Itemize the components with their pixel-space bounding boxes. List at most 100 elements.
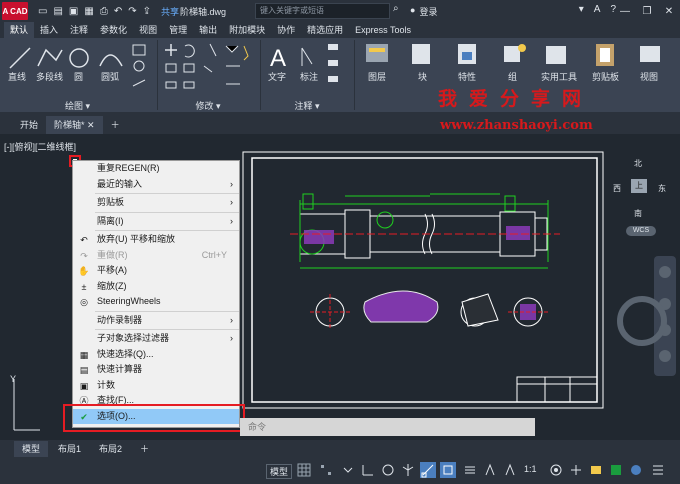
object-snap-tracking-icon[interactable] [420,462,436,478]
tab-addins[interactable]: 附加模块 [223,22,271,38]
open-icon[interactable]: ▤ [53,6,62,17]
ortho-icon[interactable] [360,462,376,478]
polyline-label: 多段线 [36,72,64,82]
panel-modify[interactable]: 修改 ▾ [158,99,258,112]
group-button[interactable]: 组 [508,70,517,83]
menu-steeringwheels[interactable]: ◎ SteeringWheels [73,294,239,310]
undo-icon[interactable]: ↶ [114,6,122,17]
ribbon-tabs: 默认 插入 注释 参数化 视图 管理 输出 附加模块 协作 精选应用 Expre… [0,22,680,38]
auto-scale-icon[interactable] [502,462,518,478]
login-button[interactable]: ● 登录 [410,5,437,18]
annotation-monitor-icon[interactable] [588,462,604,478]
block-button[interactable]: 块 [418,70,427,83]
menu-subobject-filter[interactable]: 子对象选择过滤器 › [73,331,239,347]
menu-quick-select[interactable]: ▦ 快速选择(Q)... [73,347,239,363]
viewcube-west[interactable]: 西 [613,183,621,194]
tab-model[interactable]: 模型 [14,441,49,457]
properties-button[interactable]: 特性 [458,70,476,83]
tab-express-tools[interactable]: Express Tools [349,22,417,38]
grid-icon[interactable] [296,462,312,478]
tab-output[interactable]: 输出 [193,22,223,38]
text-tool[interactable]: 文字 [268,70,286,83]
tab-layout2[interactable]: 布局2 [91,441,130,457]
tab-view[interactable]: 视图 [133,22,163,38]
tab-drawing[interactable]: 阶梯轴* ✕ [46,116,103,134]
workspace-icon[interactable] [548,462,564,478]
panel-annotation[interactable]: 注释 ▾ [262,99,352,112]
tab-featured-apps[interactable]: 精选应用 [301,22,349,38]
lineweight-icon[interactable] [462,462,478,478]
properties-label: 特性 [458,72,477,82]
line-tool[interactable]: 直线 [8,70,26,83]
tab-default[interactable]: 默认 [4,22,35,38]
annotation-scale[interactable]: 1:1 [524,464,537,474]
menu-count[interactable]: ▣ 计数 [73,378,239,394]
menu-redo[interactable]: ↷ 重做(R) Ctrl+Y [73,248,239,264]
restore-icon[interactable]: ❐ [636,0,658,22]
saveas-icon[interactable]: ▦ [84,6,93,17]
save-icon[interactable]: ▣ [69,6,78,17]
close-tab-icon[interactable]: ✕ [87,120,95,130]
add-layout-icon[interactable]: ＋ [132,441,157,457]
dimension-tool[interactable]: 标注 [300,70,318,83]
watermark-text: 我爱分享网 [438,88,594,110]
menu-pan[interactable]: ✋ 平移(A) [73,263,239,279]
model-space-toggle[interactable]: 模型 [266,464,293,479]
viewcube-top[interactable]: 上 [631,179,647,193]
tab-annotate[interactable]: 注释 [64,22,94,38]
utilities-button[interactable]: 实用工具 [541,70,577,83]
arc-tool[interactable]: 圆弧 [101,70,119,83]
annotation-visibility-icon[interactable] [482,462,498,478]
minimize-icon[interactable]: — [614,0,636,22]
polar-icon[interactable] [380,462,396,478]
menu-quick-calc[interactable]: ▤ 快速计算器 [73,362,239,378]
panel-draw[interactable]: 绘图 ▾ [0,99,155,112]
menu-undo[interactable]: ↶ 放弃(U) 平移和缩放 [73,232,239,248]
close-icon[interactable]: ✕ [658,0,680,22]
command-line[interactable]: 命令 [240,418,535,436]
isodraft-icon[interactable] [400,462,416,478]
share-button[interactable]: 共享 [161,5,179,18]
hardware-accel-icon[interactable] [608,462,624,478]
viewcube-south[interactable]: 南 [634,208,642,219]
menu-isolate[interactable]: 隔离(I) › [73,214,239,230]
clipboard-button[interactable]: 剪贴板 [592,70,619,83]
menu-zoom[interactable]: ± 缩放(Z) [73,279,239,295]
viewcube[interactable] [617,296,667,346]
tab-parametric[interactable]: 参数化 [94,22,133,38]
tab-manage[interactable]: 管理 [163,22,193,38]
autodesk-app-icon[interactable]: A [594,4,601,15]
search-icon[interactable]: ⌕ [393,3,399,14]
search-input[interactable]: 键入关键字或短语 [255,3,390,19]
tab-layout1[interactable]: 布局1 [50,441,89,457]
app-logo[interactable]: A CAD [2,2,28,20]
redo-icon[interactable]: ↷ [128,6,136,17]
tab-start[interactable]: 开始 [12,116,46,134]
snap-icon[interactable] [318,462,334,478]
menu-clipboard[interactable]: 剪贴板 › [73,195,239,211]
cart-icon[interactable]: ▾ [579,4,584,15]
new-icon[interactable]: ▭ [38,6,47,17]
new-tab-icon[interactable]: ＋ [103,116,128,134]
viewcube-north[interactable]: 北 [634,158,642,169]
object-snap-icon[interactable] [440,462,456,478]
polyline-tool[interactable]: 多段线 [36,70,63,83]
isolate-objects-icon[interactable] [628,462,644,478]
share-icon[interactable]: ⇪ [143,6,151,17]
layers-button[interactable]: 图层 [368,70,386,83]
print-icon[interactable]: ⎙ [100,6,108,17]
submenu-arrow-icon: › [230,215,233,226]
snap-dropdown-icon[interactable] [340,462,356,478]
view-button[interactable]: 视图 [640,70,658,83]
circle-tool[interactable]: 圆 [74,70,83,83]
menu-action-recorder[interactable]: 动作录制器 › [73,313,239,329]
customize-menu-icon[interactable] [650,462,666,478]
tab-insert[interactable]: 插入 [34,22,64,38]
wcs-menu[interactable]: WCS [626,226,656,236]
viewcube-east[interactable]: 东 [658,183,666,194]
add-icon[interactable] [568,462,584,478]
submenu-arrow-icon: › [230,178,233,189]
tab-collaborate[interactable]: 协作 [271,22,301,38]
menu-repeat-regen[interactable]: 重复REGEN(R) [73,161,239,177]
menu-recent-input[interactable]: 最近的输入 › [73,177,239,193]
